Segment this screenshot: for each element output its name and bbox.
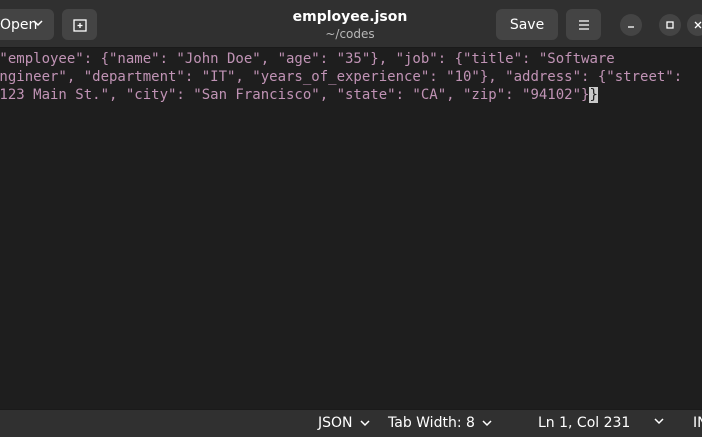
main-menu-button[interactable] <box>566 9 601 40</box>
close-button[interactable] <box>687 14 702 36</box>
hamburger-menu-icon <box>578 19 589 30</box>
cursor-position-menu[interactable] <box>653 415 665 427</box>
close-icon <box>694 21 702 29</box>
document-title: employee.json <box>292 9 408 25</box>
insert-mode-indicator[interactable]: INS <box>693 415 702 431</box>
document-path: ~/codes <box>325 27 375 41</box>
chevron-down-icon <box>359 420 370 427</box>
code-line-3-text: "123 Main St.", "city": "San Francisco",… <box>0 87 590 103</box>
code-line-1: {"employee": {"name": "John Doe", "age":… <box>0 51 615 67</box>
cursor-position-label: Ln 1, Col 231 <box>538 415 631 431</box>
open-button[interactable]: Open <box>0 9 54 40</box>
new-tab-icon <box>72 18 87 32</box>
status-bar: JSON Tab Width: 8 Ln 1, Col 231 INS <box>0 409 702 437</box>
cursor-position[interactable]: Ln 1, Col 231 <box>538 415 630 431</box>
minimize-icon <box>628 26 634 28</box>
minimize-button[interactable] <box>620 14 642 36</box>
tab-width-selector[interactable]: Tab Width: 8 <box>388 415 493 431</box>
code-line-2: Engineer", "department": "IT", "years_of… <box>0 69 683 85</box>
insert-mode-label: INS <box>693 415 702 431</box>
language-label: JSON <box>318 415 353 431</box>
maximize-icon <box>666 21 674 29</box>
code-line-3: "123 Main St.", "city": "San Francisco",… <box>0 86 682 104</box>
new-tab-button[interactable] <box>62 9 97 40</box>
text-cursor: } <box>589 87 598 103</box>
header-bar: Open employee.json ~/codes Save <box>0 0 702 48</box>
chevron-down-icon <box>33 20 43 27</box>
save-button-label: Save <box>509 16 545 33</box>
window-title: employee.json ~/codes <box>230 8 470 42</box>
tab-width-label: Tab Width: 8 <box>388 415 475 431</box>
chevron-down-icon <box>654 418 664 425</box>
chevron-down-icon <box>482 420 492 427</box>
text-editor-area[interactable]: {"employee": {"name": "John Doe", "age":… <box>0 48 702 409</box>
language-selector[interactable]: JSON <box>318 415 371 431</box>
maximize-button[interactable] <box>659 14 681 36</box>
code-content[interactable]: {"employee": {"name": "John Doe", "age":… <box>0 50 682 104</box>
save-button[interactable]: Save <box>496 9 558 40</box>
